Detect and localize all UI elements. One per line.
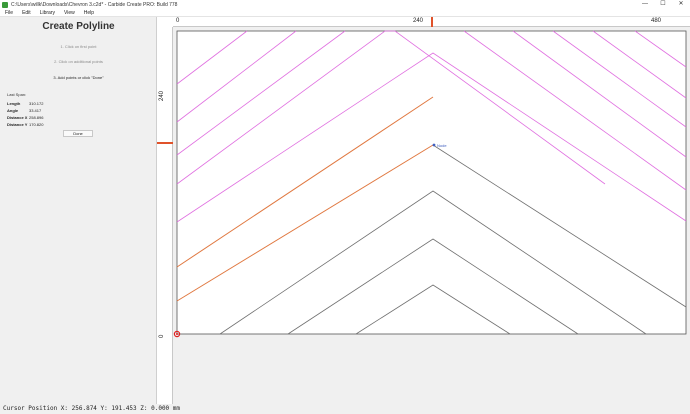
node-label: Node bbox=[437, 143, 447, 148]
menu-edit[interactable]: Edit bbox=[22, 10, 31, 16]
menu-file[interactable]: File bbox=[5, 10, 13, 16]
maximize-icon[interactable]: ☐ bbox=[654, 0, 672, 9]
stat-row-angle: Angle 33.417 bbox=[7, 107, 43, 114]
cursor-marker-left bbox=[157, 142, 173, 144]
span-stats: Length 310.172 Angle 33.417 Distance X 2… bbox=[7, 100, 43, 128]
menu-view[interactable]: View bbox=[64, 10, 75, 16]
stat-label: Distance Y bbox=[7, 122, 28, 127]
ruler-corner bbox=[157, 17, 173, 27]
origin-dot bbox=[176, 333, 178, 335]
minimize-icon[interactable]: — bbox=[636, 0, 654, 9]
step-2-text: 2. Click on additional points bbox=[54, 59, 103, 64]
design-canvas[interactable]: Node bbox=[173, 27, 690, 404]
node-point[interactable] bbox=[432, 143, 436, 147]
stat-value: 170.820 bbox=[29, 122, 44, 127]
step-1-text: 1. Click on first point bbox=[60, 44, 97, 49]
step-3-text: 3. Add points or click "Done" bbox=[53, 75, 104, 80]
stat-row-length: Length 310.172 bbox=[7, 100, 43, 107]
close-icon[interactable]: ✕ bbox=[672, 0, 690, 9]
ruler-label-240: 240 bbox=[413, 18, 424, 24]
done-button[interactable]: Done bbox=[63, 130, 93, 137]
menu-library[interactable]: Library bbox=[40, 10, 55, 16]
title-bar: C:\Users\willk\Downloads\Chevron 3.c2d* … bbox=[0, 0, 690, 9]
left-ruler: 240 0 bbox=[157, 27, 173, 404]
status-bar: Cursor Position X: 256.874 Y: 191.453 Z:… bbox=[0, 404, 690, 414]
stat-label: Distance X bbox=[7, 115, 28, 120]
panel-title: Create Polyline bbox=[42, 21, 115, 32]
stat-value: 310.172 bbox=[29, 101, 44, 106]
tool-panel: Create Polyline 1. Click on first point … bbox=[0, 17, 157, 404]
window-title: C:\Users\willk\Downloads\Chevron 3.c2d* … bbox=[11, 1, 178, 8]
drawing-svg[interactable]: Node bbox=[173, 27, 690, 404]
menu-bar: File Edit Library View Help bbox=[0, 9, 690, 17]
ruler-label-240-vertical: 240 bbox=[159, 90, 165, 101]
stat-value: 33.417 bbox=[29, 108, 42, 113]
app-icon bbox=[2, 1, 8, 8]
cursor-position-readout: Cursor Position X: 256.874 Y: 191.453 Z:… bbox=[3, 405, 181, 412]
stat-row-distance-x: Distance X 258.896 bbox=[7, 114, 43, 121]
last-span-label: Last Span: bbox=[7, 92, 27, 97]
stat-row-distance-y: Distance Y 170.820 bbox=[7, 121, 43, 128]
stock-board bbox=[176, 30, 687, 335]
menu-help[interactable]: Help bbox=[84, 10, 94, 16]
ruler-label-0-vertical: 0 bbox=[159, 334, 165, 338]
stat-label: Length bbox=[7, 101, 21, 106]
ruler-label-480: 480 bbox=[651, 18, 662, 24]
stat-label: Angle bbox=[7, 108, 19, 113]
cursor-marker-top bbox=[431, 17, 433, 27]
window-controls: — ☐ ✕ bbox=[636, 0, 690, 9]
ruler-label-0: 0 bbox=[176, 18, 180, 24]
stat-value: 258.896 bbox=[29, 115, 44, 120]
